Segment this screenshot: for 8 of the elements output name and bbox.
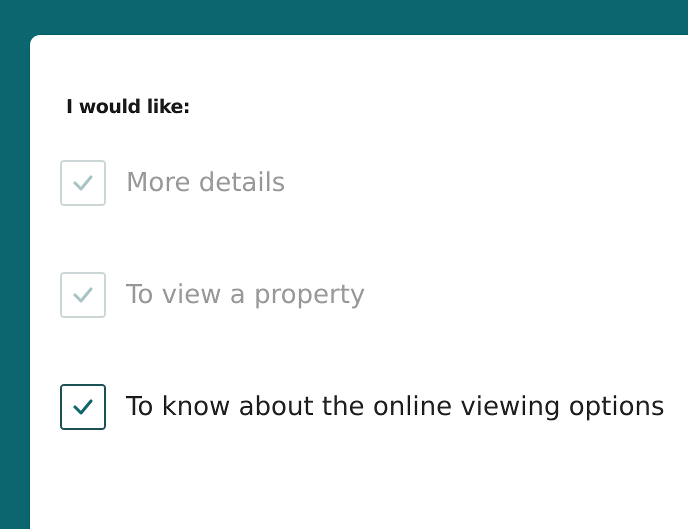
check-icon [72, 398, 94, 416]
check-icon [72, 286, 94, 304]
option-label: To know about the online viewing options [126, 390, 664, 424]
check-icon [72, 174, 94, 192]
heading: I would like: [65, 95, 192, 120]
checkbox[interactable] [60, 384, 106, 430]
option-label: More details [126, 166, 286, 200]
option-label: To view a property [126, 278, 366, 312]
